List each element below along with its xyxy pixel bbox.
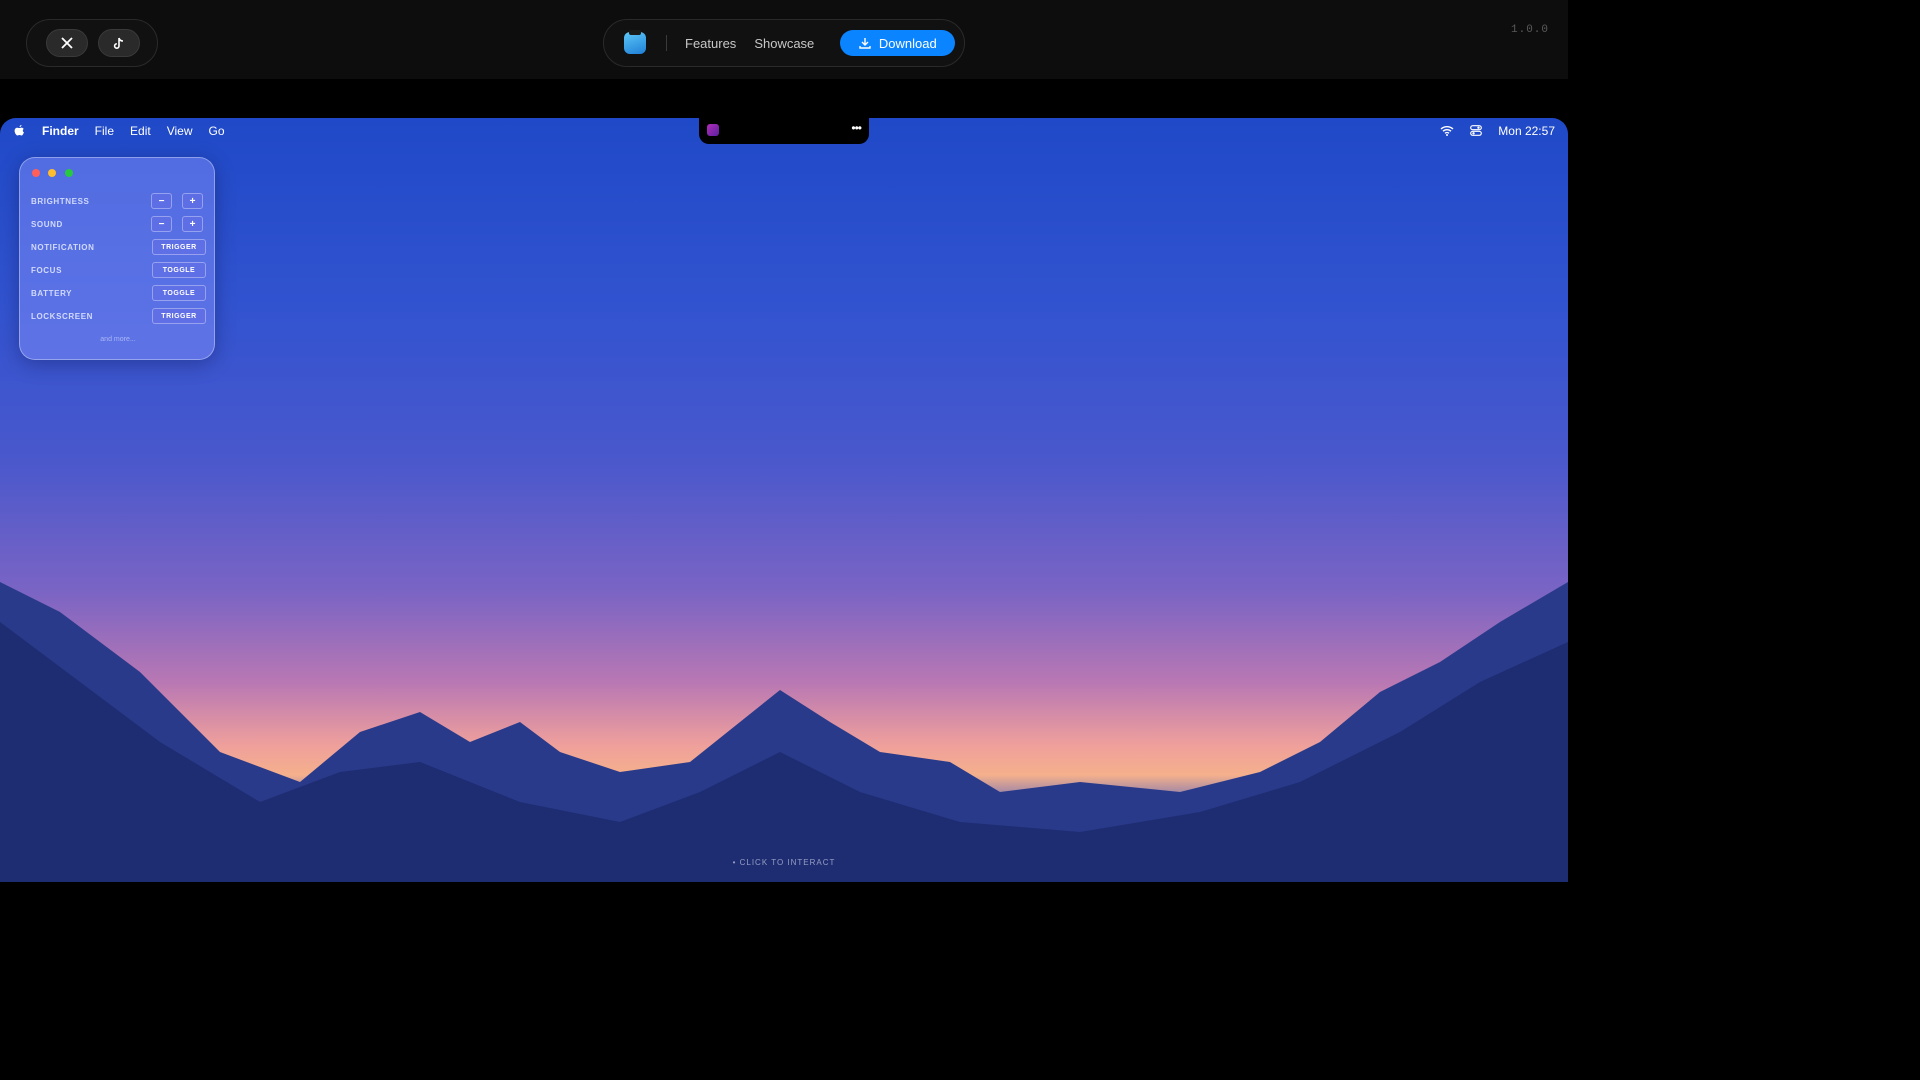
focus-label: FOCUS [31,265,62,275]
focus-toggle-button[interactable]: TOGGLE [152,262,206,278]
zoom-button[interactable] [65,169,73,177]
download-label: Download [878,35,937,51]
app-logo-icon[interactable] [624,30,646,54]
focus-row: FOCUS TOGGLE [31,261,206,279]
menu-file[interactable]: File [95,124,114,138]
menu-bar-status: Mon 22:57 [1440,118,1555,143]
lockscreen-row: LOCKSCREEN TRIGGER [31,307,206,325]
hint-dot-icon: • [732,858,740,867]
site-header: Features Showcase Download 1.0.0 [0,0,1568,79]
x-link-button[interactable] [46,29,88,57]
control-center-icon[interactable] [1470,125,1483,136]
close-button[interactable] [32,169,40,177]
lockscreen-trigger-button[interactable]: TRIGGER [152,308,206,324]
apple-menu-icon[interactable] [12,124,26,138]
wifi-icon[interactable] [1440,125,1454,136]
sound-label: SOUND [31,219,63,229]
x-logo-icon [61,37,73,49]
nav-divider [666,35,667,51]
sound-increase-button[interactable]: + [182,216,203,232]
hint-label: CLICK TO INTERACT [739,858,836,867]
tiktok-icon [113,37,124,49]
sound-decrease-button[interactable]: − [151,216,172,232]
lockscreen-label: LOCKSCREEN [31,311,94,321]
nav-showcase-link[interactable]: Showcase [754,36,814,51]
notification-trigger-button[interactable]: TRIGGER [152,239,206,255]
battery-row: BATTERY TOGGLE [31,284,206,302]
control-panel-window: BRIGHTNESS − + SOUND − + NOTIFICATION TR… [19,157,215,360]
brightness-row: BRIGHTNESS − + [31,192,206,210]
brightness-label: BRIGHTNESS [31,196,90,206]
and-more-text: and more... [100,336,136,343]
version-label: 1.0.0 [1511,24,1550,36]
now-playing-artwork-icon [707,124,719,136]
nav-features-link[interactable]: Features [685,36,736,51]
sound-row: SOUND − + [31,215,206,233]
brightness-increase-button[interactable]: + [182,193,203,209]
notification-row: NOTIFICATION TRIGGER [31,238,206,256]
desktop-preview[interactable]: Finder File Edit View Go Mon 22:57 ••• B… [0,118,1568,882]
dynamic-notch[interactable]: ••• [699,118,869,144]
main-nav: Features Showcase Download [603,19,965,67]
battery-toggle-button[interactable]: TOGGLE [152,285,206,301]
tiktok-link-button[interactable] [98,29,140,57]
download-button[interactable]: Download [840,30,956,56]
mountain-wallpaper [0,582,1568,882]
download-icon [859,38,871,49]
menu-view[interactable]: View [167,124,193,138]
minimize-button[interactable] [48,169,56,177]
social-links [26,19,158,67]
menu-finder[interactable]: Finder [42,124,79,138]
menu-clock[interactable]: Mon 22:57 [1498,124,1555,138]
menu-edit[interactable]: Edit [130,124,151,138]
battery-label: BATTERY [31,288,73,298]
click-to-interact-hint: • CLICK TO INTERACT [0,858,1568,867]
notification-label: NOTIFICATION [31,242,95,252]
brightness-decrease-button[interactable]: − [151,193,172,209]
notch-more-icon[interactable]: ••• [851,121,862,135]
menu-go[interactable]: Go [209,124,225,138]
